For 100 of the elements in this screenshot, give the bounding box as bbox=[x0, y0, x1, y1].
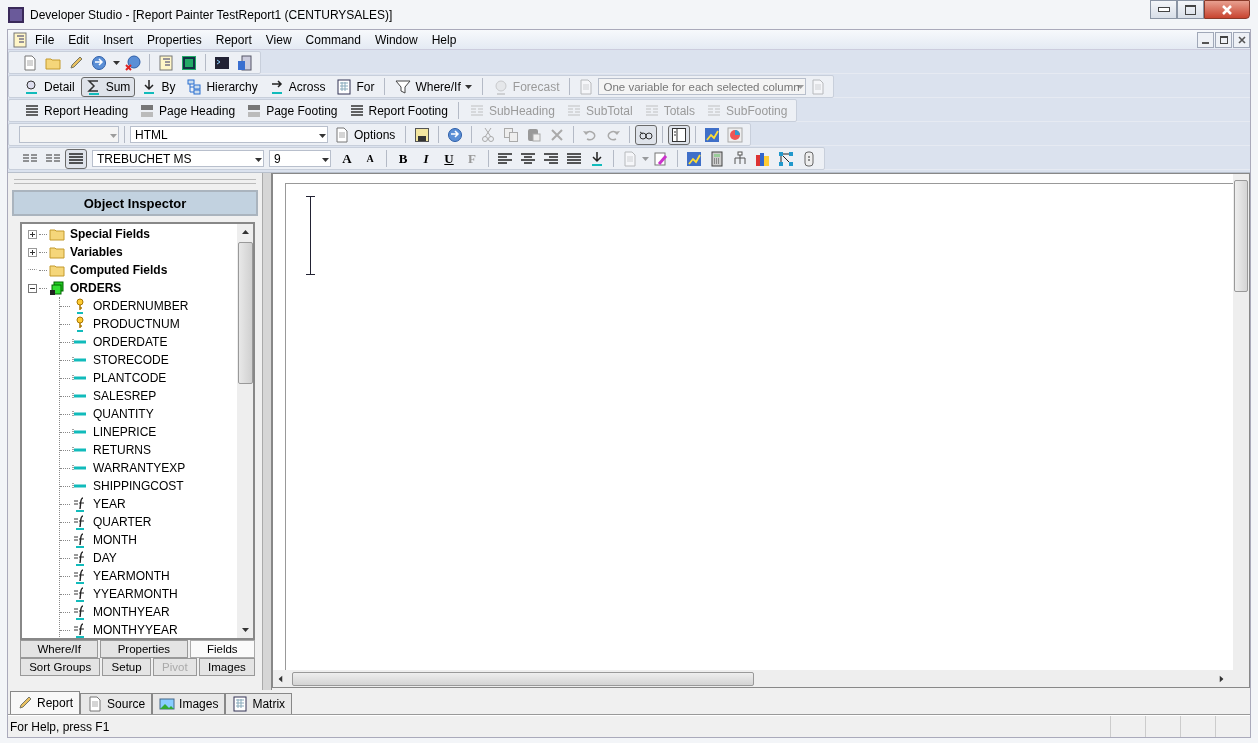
tree-item[interactable]: MONTHYEAR bbox=[60, 603, 237, 621]
paste-icon bbox=[526, 126, 543, 143]
toolbar-button[interactable]: Report Heading bbox=[19, 100, 134, 121]
style-button[interactable]: U bbox=[438, 148, 460, 169]
style-button[interactable]: B bbox=[392, 148, 414, 169]
menu-item[interactable]: Window bbox=[367, 32, 425, 47]
expand-icon[interactable] bbox=[28, 247, 37, 257]
page-icon bbox=[578, 78, 595, 95]
menu-item[interactable]: Help bbox=[424, 32, 464, 47]
tree-item[interactable]: RETURNS bbox=[60, 441, 237, 459]
scrollbar[interactable] bbox=[237, 224, 253, 638]
lines-icon bbox=[643, 102, 660, 119]
close-button[interactable] bbox=[1204, 0, 1250, 19]
tree-item[interactable]: LINEPRICE bbox=[60, 423, 237, 441]
toolbar-button[interactable]: Page Heading bbox=[134, 100, 241, 121]
menu-item[interactable]: Command bbox=[298, 32, 368, 47]
panel-tab[interactable]: Setup bbox=[102, 658, 151, 676]
tree-item[interactable]: Special Fields bbox=[28, 225, 237, 243]
close-button[interactable] bbox=[1233, 31, 1250, 48]
minimize-button[interactable] bbox=[1197, 31, 1214, 48]
tree-item[interactable]: PRODUCTNUM bbox=[60, 315, 237, 333]
document-tab[interactable]: Matrix bbox=[225, 693, 293, 714]
restore-button[interactable] bbox=[1215, 31, 1232, 48]
options-button[interactable]: Options bbox=[329, 124, 401, 145]
button-icon bbox=[186, 78, 203, 95]
expand-icon[interactable] bbox=[28, 229, 37, 239]
toolbar-button[interactable]: Report Footing bbox=[343, 100, 453, 121]
document-icon bbox=[12, 31, 28, 48]
toolbar-button[interactable]: Across bbox=[263, 76, 331, 97]
menu-item[interactable]: File bbox=[28, 32, 62, 47]
font-dropdown[interactable]: TREBUCHET MS bbox=[92, 150, 264, 167]
outline-icon bbox=[158, 54, 174, 71]
minimize-button[interactable] bbox=[1150, 0, 1177, 19]
panel-tab[interactable]: Images bbox=[198, 658, 255, 676]
tree-item[interactable]: WARRANTYEXP bbox=[60, 459, 237, 477]
collapse-icon[interactable] bbox=[28, 283, 37, 293]
font-color-icon bbox=[589, 150, 605, 167]
caret-icon bbox=[110, 134, 117, 138]
delete-icon bbox=[549, 126, 566, 143]
maximize-button[interactable] bbox=[1177, 0, 1204, 19]
tree-item[interactable]: YEAR bbox=[60, 495, 237, 513]
menu-item[interactable]: Insert bbox=[96, 32, 141, 47]
tree-item[interactable]: Computed Fields bbox=[28, 261, 237, 279]
panel-tab[interactable]: Sort Groups bbox=[20, 658, 101, 676]
document-tab[interactable]: Source bbox=[80, 693, 153, 714]
tree-item[interactable]: SHIPPINGCOST bbox=[60, 477, 237, 495]
tree-item[interactable]: YEARMONTH bbox=[60, 567, 237, 585]
menu-item[interactable]: View bbox=[258, 32, 299, 47]
tree-item[interactable]: SALESREP bbox=[60, 387, 237, 405]
panel-tab[interactable]: Properties bbox=[100, 640, 188, 658]
brush-icon bbox=[653, 150, 669, 167]
menu-item[interactable]: Properties bbox=[140, 32, 209, 47]
style-button[interactable]: I bbox=[415, 148, 437, 169]
copy-icon bbox=[503, 126, 520, 143]
tree-item[interactable]: ORDERDATE bbox=[60, 333, 237, 351]
server-icon bbox=[237, 54, 253, 71]
button-icon bbox=[85, 78, 102, 95]
books-icon bbox=[755, 150, 771, 167]
tree-item[interactable]: DAY bbox=[60, 549, 237, 567]
tree-item[interactable]: ORDERS bbox=[28, 279, 237, 297]
format-dropdown[interactable]: HTML bbox=[130, 126, 328, 143]
tab-icon bbox=[17, 695, 33, 711]
tree-item[interactable]: ORDERNUMBER bbox=[60, 297, 237, 315]
shrink-font-button[interactable]: A bbox=[359, 148, 381, 169]
toolbar-button[interactable]: Hierarchy bbox=[181, 76, 263, 97]
align-icon bbox=[566, 150, 582, 167]
toolbar-button[interactable]: For bbox=[331, 76, 380, 97]
document-tab[interactable]: Report bbox=[10, 691, 81, 714]
page-icon bbox=[810, 78, 827, 95]
caret-icon bbox=[642, 156, 649, 161]
tree-item[interactable]: YYEARMONTH bbox=[60, 585, 237, 603]
close-icon bbox=[1220, 4, 1234, 15]
tree-item[interactable]: MONTHYYEAR bbox=[60, 621, 237, 639]
caret-icon bbox=[464, 84, 472, 89]
toolbar-button[interactable]: Detail bbox=[19, 76, 80, 97]
menu-item[interactable]: Edit bbox=[61, 32, 97, 47]
tree-item[interactable]: MONTH bbox=[60, 531, 237, 549]
tree-item[interactable]: STORECODE bbox=[60, 351, 237, 369]
document-tab[interactable]: Images bbox=[152, 693, 226, 714]
close-icon bbox=[1237, 35, 1246, 44]
app-icon bbox=[8, 6, 24, 23]
hierarchy-icon bbox=[732, 150, 748, 167]
panel-tab[interactable]: Fields bbox=[189, 640, 255, 658]
tree-item[interactable]: QUARTER bbox=[60, 513, 237, 531]
tree-item[interactable]: PLANTCODE bbox=[60, 369, 237, 387]
tree-item[interactable]: Variables bbox=[28, 243, 237, 261]
toolbar-button[interactable]: Page Footing bbox=[241, 100, 343, 121]
tree-item[interactable]: QUANTITY bbox=[60, 405, 237, 423]
toolbar-button[interactable]: Sum bbox=[80, 76, 136, 97]
scrollbar[interactable] bbox=[273, 670, 1249, 687]
grow-font-button[interactable]: A bbox=[336, 148, 358, 169]
menu-item[interactable]: Report bbox=[208, 32, 259, 47]
toolbar-button[interactable]: By bbox=[136, 76, 181, 97]
lines-icon bbox=[246, 102, 263, 119]
toolbar-button[interactable]: Where/If bbox=[390, 76, 477, 97]
font-size-dropdown[interactable]: 9 bbox=[269, 150, 331, 167]
status-text: For Help, press F1 bbox=[10, 719, 110, 734]
scrollbar[interactable] bbox=[1233, 174, 1249, 670]
lines-icon bbox=[706, 102, 723, 119]
panel-tab[interactable]: Where/If bbox=[20, 640, 99, 658]
